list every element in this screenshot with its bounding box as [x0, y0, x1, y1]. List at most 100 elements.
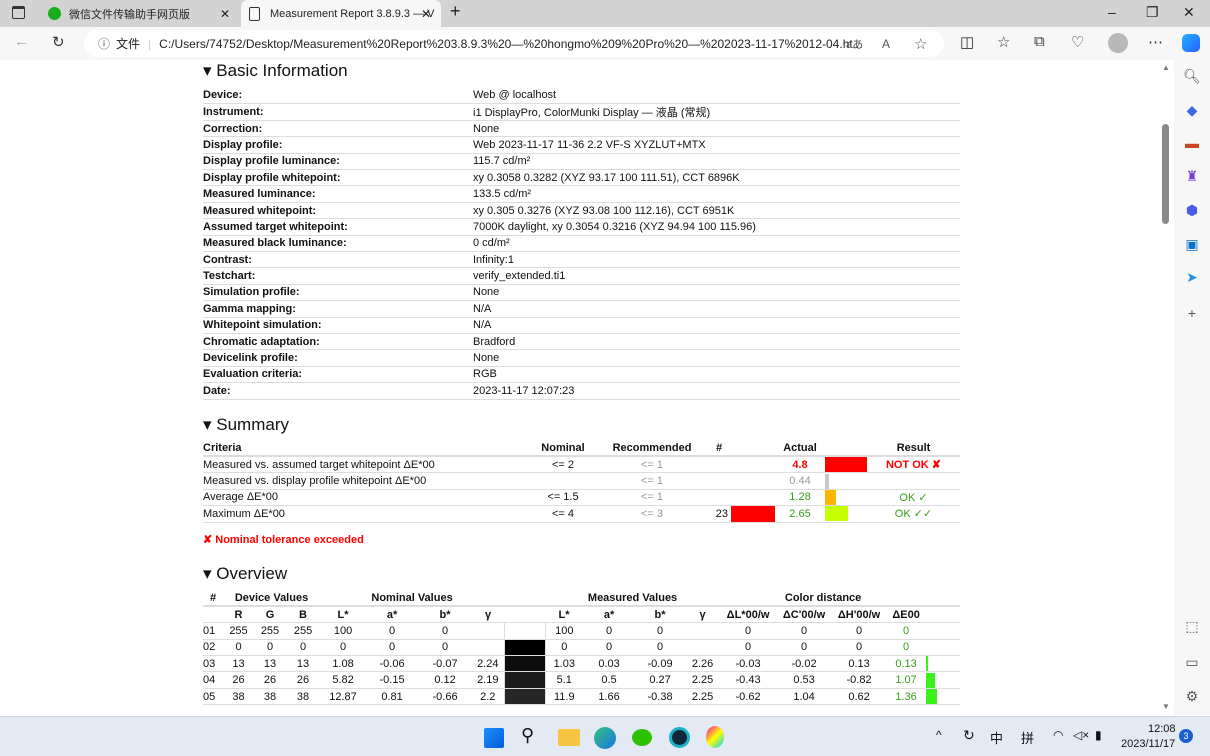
color-app-taskbar-icon[interactable]	[706, 726, 724, 748]
scroll-down-icon[interactable]: ▼	[1162, 702, 1170, 711]
refresh-icon[interactable]: ↻	[52, 33, 65, 51]
color-swatch	[503, 655, 546, 673]
sync-icon[interactable]: ↻	[963, 727, 975, 744]
col-actual: Actual	[775, 440, 825, 458]
screenshot-icon[interactable]: ⬚	[1183, 618, 1201, 635]
measured-value: 0.5	[583, 671, 636, 689]
new-tab-button[interactable]: +	[450, 1, 461, 22]
tab-wechat[interactable]: 微信文件传输助手网页版 ✕	[40, 0, 240, 27]
file-explorer-icon[interactable]	[558, 729, 580, 746]
wechat-icon	[48, 7, 61, 20]
summary-row: Average ΔE*00 <= 1.5 <= 1 1.28 OK ✓	[203, 489, 960, 507]
vertical-scrollbar[interactable]: ▲ ▼	[1158, 60, 1174, 715]
info-label: Date:	[203, 382, 473, 400]
device-value: 13	[254, 655, 286, 673]
close-window-button[interactable]: ✕	[1183, 4, 1195, 21]
group-device-values: Device Values	[234, 591, 309, 604]
measured-value: 100	[545, 622, 584, 640]
nominal-value: 100	[320, 622, 367, 640]
shopping-tag-icon[interactable]: ◆	[1183, 102, 1201, 119]
nominal-value	[472, 639, 505, 657]
patch-number: 04	[203, 671, 223, 689]
clock-time[interactable]: 12:08	[1148, 723, 1176, 735]
volume-muted-icon[interactable]: ◁×	[1073, 728, 1089, 742]
measured-value: 0	[583, 639, 636, 657]
measured-value: 0	[545, 639, 584, 657]
scrollbar-thumb[interactable]	[1162, 124, 1169, 224]
wifi-icon[interactable]: ◠	[1053, 728, 1063, 742]
games-icon[interactable]: ♜	[1183, 168, 1201, 185]
microsoft365-icon[interactable]: ⬢	[1183, 202, 1201, 219]
summary-row: Measured vs. display profile whitepoint …	[203, 472, 960, 490]
battery-icon[interactable]: ▮	[1095, 728, 1102, 742]
search-icon[interactable]: ⚲	[521, 725, 534, 746]
add-icon[interactable]: +	[1183, 305, 1201, 321]
collections-icon[interactable]: ⧉	[1034, 33, 1045, 50]
info-label: Display profile whitepoint:	[203, 169, 473, 187]
search-icon[interactable]: 🔍︎	[1183, 68, 1201, 85]
drop-icon[interactable]: ➤	[1183, 269, 1201, 286]
info-icon[interactable]: ⓘ	[98, 35, 110, 52]
close-tab-icon[interactable]: ✕	[421, 7, 431, 21]
patch-number	[707, 489, 731, 507]
edge-taskbar-icon[interactable]	[594, 727, 616, 749]
patch-swatch	[731, 456, 775, 474]
device-value: 255	[223, 622, 254, 640]
notification-badge[interactable]: 3	[1179, 729, 1193, 743]
restore-button[interactable]: ❐	[1146, 4, 1159, 21]
basic-information-heading[interactable]: ▾ Basic Information	[203, 61, 348, 81]
info-label: Gamma mapping:	[203, 300, 473, 318]
delta-e-bar-cell	[926, 688, 961, 706]
app-taskbar-icon[interactable]	[669, 727, 690, 748]
info-label: Display profile luminance:	[203, 153, 473, 171]
ime-mode[interactable]: 中	[990, 728, 1003, 747]
tab-measurement-report[interactable]: Measurement Report 3.8.9.3 — V ✕	[241, 0, 441, 27]
favorite-star-icon[interactable]: ☆	[914, 35, 927, 53]
wechat-taskbar-icon[interactable]	[632, 729, 652, 746]
nominal-value: 12.87	[320, 688, 367, 706]
info-label: Device:	[203, 87, 473, 104]
outlook-icon[interactable]: ▣	[1183, 236, 1201, 253]
tab-actions-icon[interactable]	[12, 6, 25, 19]
info-label: Testchart:	[203, 267, 473, 285]
overview-col: b*	[654, 608, 666, 621]
nominal-value: 5.82	[320, 671, 367, 689]
info-label: Evaluation criteria:	[203, 366, 473, 384]
distance-value: 0.62	[832, 688, 887, 706]
split-screen-icon[interactable]: ◫	[960, 33, 974, 51]
device-value: 255	[254, 622, 286, 640]
more-icon[interactable]: ⋯	[1148, 33, 1163, 51]
copilot-icon[interactable]	[1182, 34, 1200, 52]
translate-icon[interactable]: aあ	[846, 36, 863, 52]
address-input[interactable]: ⓘ 文件 | C:/Users/74752/Desktop/Measuremen…	[84, 30, 944, 57]
distance-value: -0.43	[720, 671, 777, 689]
distance-value: 0	[720, 639, 777, 657]
summary-heading[interactable]: ▾ Summary	[203, 415, 289, 435]
nominal-value: 0.81	[366, 688, 419, 706]
tools-icon[interactable]: ▬	[1183, 135, 1201, 151]
criteria: Average ΔE*00	[203, 489, 529, 507]
settings-icon[interactable]: ⚙	[1183, 688, 1201, 705]
measured-value: 0.03	[583, 655, 636, 673]
scroll-up-icon[interactable]: ▲	[1162, 63, 1170, 72]
info-value: Web @ localhost	[473, 87, 960, 104]
read-aloud-icon[interactable]: A	[882, 37, 890, 51]
color-swatch	[503, 638, 546, 657]
profile-avatar[interactable]	[1108, 33, 1128, 53]
clock-date[interactable]: 2023/11/17	[1121, 738, 1175, 750]
delta-e-bar	[926, 672, 935, 688]
favorites-icon[interactable]: ☆	[997, 33, 1010, 51]
hide-sidebar-icon[interactable]: ▭	[1183, 654, 1201, 671]
overview-heading[interactable]: ▾ Overview	[203, 564, 287, 584]
tray-expand-icon[interactable]: ^	[936, 728, 942, 742]
start-icon[interactable]	[484, 728, 504, 748]
info-label: Instrument:	[203, 103, 473, 121]
browser-essentials-icon[interactable]: ♡	[1071, 33, 1084, 51]
basic-information-table: Device: Web @ localhost Instrument: i1 Disp…	[203, 87, 960, 400]
ime-pinyin[interactable]: 拼	[1021, 728, 1034, 747]
close-tab-icon[interactable]: ✕	[220, 7, 230, 21]
minimize-button[interactable]: –	[1108, 4, 1116, 20]
back-icon[interactable]: ←	[14, 33, 29, 50]
info-value: Web 2023-11-17 11-36 2.2 VF-S XYZLUT+MTX	[473, 136, 960, 154]
col-criteria: Criteria	[203, 440, 529, 458]
